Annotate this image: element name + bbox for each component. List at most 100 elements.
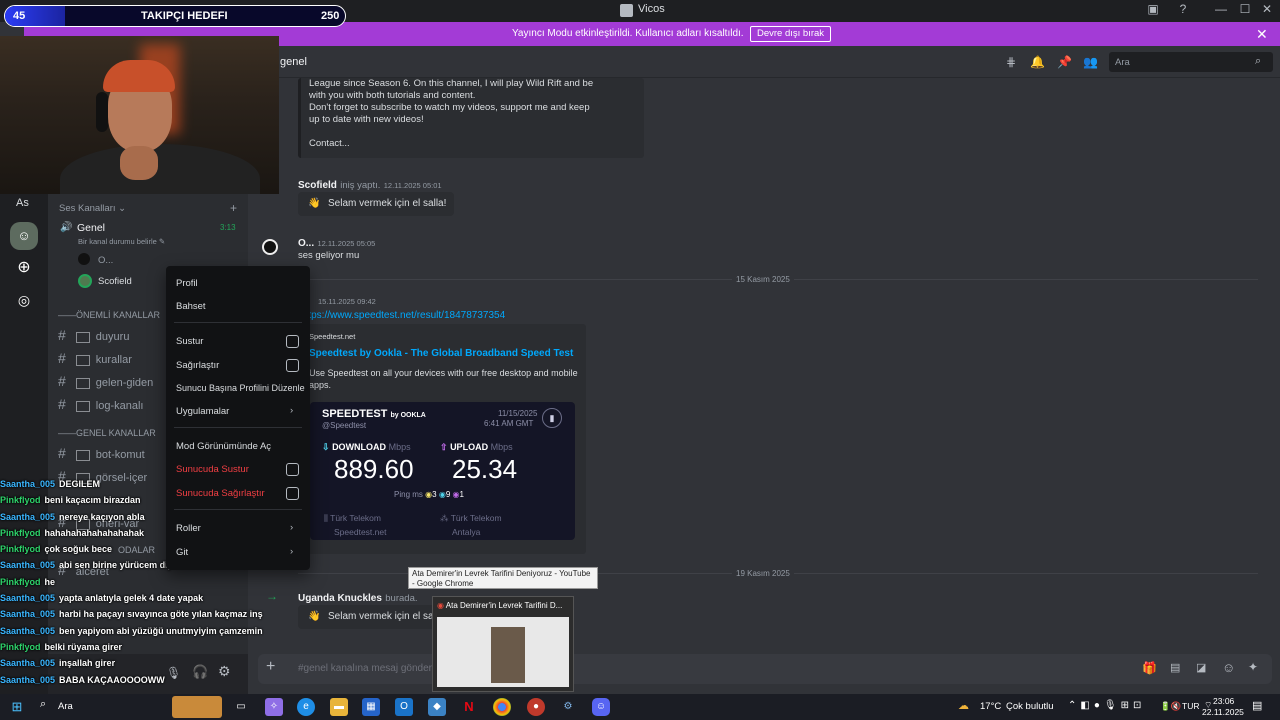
menu-item-mention[interactable]: Bahset <box>176 301 206 312</box>
search-input[interactable]: Ara ⌕ <box>1109 52 1273 72</box>
store-icon[interactable]: ▦ <box>362 698 380 716</box>
add-server-icon[interactable]: ⊕ <box>10 254 38 282</box>
discover-icon[interactable]: ◎ <box>10 286 38 314</box>
username[interactable]: Uganda Knuckles <box>298 593 382 604</box>
disable-streamer-mode-button[interactable]: Devre dışı bırak <box>750 26 832 42</box>
chevron-right-icon: › <box>290 405 294 416</box>
netflix-icon[interactable]: N <box>460 698 478 716</box>
signal-icon: ▮ <box>542 408 562 428</box>
menu-item-profile[interactable]: Profil <box>176 278 198 289</box>
message-composer: + #genel kanalına mesaj gönder 🎁 ▤ ◪ ☺ ✦ <box>258 654 1272 684</box>
tray-icons[interactable]: ⌃◧●🎙⊞⊡ <box>1068 700 1145 711</box>
channel-duyuru[interactable]: # duyuru <box>58 327 129 343</box>
task-view-icon[interactable]: ▭ <box>232 698 250 716</box>
chrome-icon[interactable] <box>493 698 511 716</box>
notification-icon[interactable]: ▤ <box>1252 699 1262 712</box>
message-text: ses geliyor mu <box>298 250 360 261</box>
voice-user[interactable]: O... <box>98 255 113 266</box>
server-initials[interactable]: As <box>16 197 29 209</box>
weather-status[interactable]: Çok bulutlu <box>1006 701 1054 712</box>
search-highlight-image <box>172 696 222 718</box>
checkbox[interactable] <box>286 335 299 348</box>
checkbox[interactable] <box>286 487 299 500</box>
copilot-icon[interactable]: ✧ <box>265 698 283 716</box>
file-explorer-icon[interactable]: ▬ <box>330 698 348 716</box>
outlook-icon[interactable]: O <box>395 698 413 716</box>
voice-channel-genel[interactable]: Genel <box>77 222 105 234</box>
embed-line: Contact... <box>309 138 350 149</box>
apps-icon[interactable]: ✦ <box>1248 660 1258 674</box>
language[interactable]: TUR <box>1182 701 1199 711</box>
chat-username: Saantha_005 <box>0 479 56 489</box>
embed-title[interactable]: Speedtest by Ookla - The Global Broadban… <box>309 348 573 359</box>
menu-item-mute[interactable]: Sustur <box>176 335 299 348</box>
temperature[interactable]: 17°C <box>980 701 1001 712</box>
avatar <box>78 253 90 265</box>
edge-icon[interactable]: e <box>297 698 315 716</box>
category-general[interactable]: ——GENEL KANALLAR <box>58 428 156 438</box>
clock-date[interactable]: 22.11.2025 <box>1202 707 1244 717</box>
chat-username: Saantha_005 <box>0 560 56 571</box>
gift-icon[interactable]: 🎁 <box>1142 661 1157 675</box>
download-label: ⇩ DOWNLOAD Mbps <box>322 442 411 452</box>
channel-gelen-giden[interactable]: # gelen-giden <box>58 373 153 389</box>
tray-icons[interactable]: 🔋🔇 <box>1160 701 1181 712</box>
sticker-icon[interactable]: ◪ <box>1196 661 1206 674</box>
menu-item-server-deafen[interactable]: Sunucuda Sağırlaştır <box>176 487 299 500</box>
speedtest-link[interactable]: https://www.speedtest.net/result/1847873… <box>300 310 560 321</box>
channel-bot-komut[interactable]: # bot-komut <box>58 445 145 461</box>
app-icon[interactable]: ◆ <box>428 698 446 716</box>
menu-item-mod-view[interactable]: Mod Görünümünde Aç <box>176 441 271 452</box>
server-name: ⁂ Türk Telekom <box>440 513 502 523</box>
gif-icon[interactable]: ▤ <box>1170 661 1180 674</box>
add-channel-icon[interactable]: + <box>230 201 237 215</box>
clock-time[interactable]: 23:06 <box>1213 696 1234 706</box>
chat-line: Saantha_005 inşallah girer <box>0 655 270 671</box>
voice-category-header[interactable]: Ses Kanalları ⌄ <box>59 203 126 214</box>
search-placeholder: Ara <box>1115 57 1130 68</box>
taskbar-search[interactable]: Ara <box>58 701 73 712</box>
category-important[interactable]: ——ÖNEMLİ KANALLAR <box>58 310 160 320</box>
close-icon[interactable]: ✕ <box>1256 26 1268 43</box>
settings-icon[interactable]: ⚙ <box>559 698 577 716</box>
close-window-button[interactable]: ✕ <box>1252 2 1280 20</box>
checkbox[interactable] <box>286 359 299 372</box>
app-icon[interactable]: ● <box>527 698 545 716</box>
username[interactable]: Scofield <box>298 180 337 191</box>
wave-button[interactable]: 👋 Selam vermek için el salla! <box>298 192 455 216</box>
menu-item-server-mute[interactable]: Sunucuda Sustur <box>176 463 299 476</box>
menu-item-roles[interactable]: Roller › <box>176 522 293 534</box>
server-icon[interactable]: ☺ <box>10 222 38 250</box>
members-icon[interactable]: 👥 <box>1083 55 1098 69</box>
inbox-icon[interactable]: ▣ <box>1138 2 1168 20</box>
voice-user[interactable]: Scofield <box>98 276 132 287</box>
channel-kurallar[interactable]: # kurallar <box>58 350 132 366</box>
banner-message: Yayıncı Modu etkinleştirildi. Kullanıcı … <box>512 28 744 39</box>
checkbox[interactable] <box>286 463 299 476</box>
bell-icon[interactable]: 🔔 <box>1030 55 1045 69</box>
taskbar-window-preview[interactable]: ◉ Ata Demirer'in Levrek Tarifini D... <box>432 596 574 692</box>
voice-status[interactable]: Bir kanal durumu belirle ✎ <box>78 237 165 246</box>
menu-item-edit-server-profile[interactable]: Sunucu Başına Profilini Düzenle <box>176 383 305 393</box>
help-icon[interactable]: ? <box>1168 2 1198 20</box>
taskbar: ⊞ ⌕ Ara ▭ ✧ e ▬ ▦ O ◆ N ● ⚙ ☺ ☁ 17°C Çok… <box>0 694 1280 720</box>
threads-icon[interactable]: ⋕ <box>1004 55 1018 69</box>
username[interactable]: O... <box>298 238 314 249</box>
wave-button[interactable]: 👋 Selam vermek için el sa <box>298 605 436 629</box>
embed-description: apps. <box>309 380 332 390</box>
menu-item-go[interactable]: Git › <box>176 546 293 558</box>
menu-item-deafen[interactable]: Sağırlaştır <box>176 359 299 372</box>
voice-timer: 3:13 <box>220 223 236 232</box>
emoji-icon[interactable]: ☺ <box>1222 660 1235 675</box>
discord-icon[interactable]: ☺ <box>592 698 610 716</box>
windows-start-icon[interactable]: ⊞ <box>8 698 26 716</box>
upload-value: 25.34 <box>452 454 518 484</box>
speedtest-handle: @Speedtest <box>322 421 367 430</box>
isp-name: ⫼ Türk Telekom <box>324 513 381 523</box>
chat-message: harbi ha paçayı sıvayınca göte yılan kaç… <box>59 609 263 620</box>
menu-item-apps[interactable]: Uygulamalar › <box>176 405 293 417</box>
message-input[interactable]: #genel kanalına mesaj gönder <box>298 663 432 674</box>
pin-icon[interactable]: 📌 <box>1057 55 1072 69</box>
avatar[interactable] <box>262 239 278 255</box>
channel-log[interactable]: # log-kanalı <box>58 396 144 412</box>
